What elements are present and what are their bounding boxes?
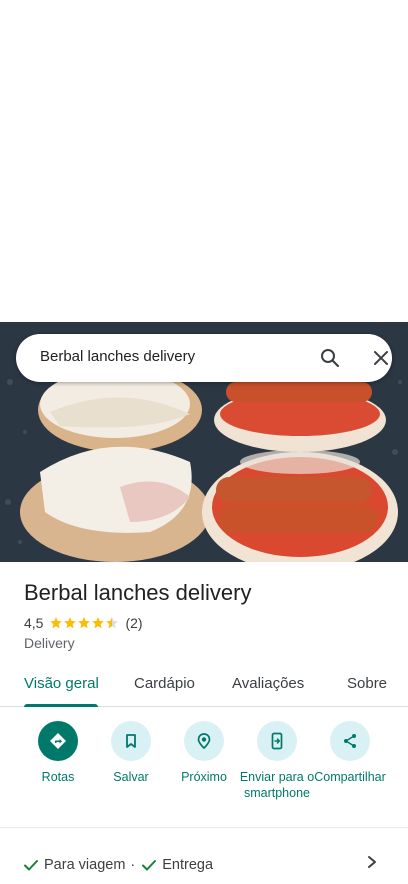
- check-icon: [24, 860, 38, 871]
- map-area-blank: [0, 0, 408, 322]
- chevron-right-icon[interactable]: [364, 852, 380, 872]
- separator-dot: ·: [130, 857, 136, 873]
- star-full-icon: [92, 617, 105, 629]
- share-icon: [344, 734, 356, 748]
- share-button[interactable]: Compartilhar: [312, 720, 388, 785]
- star-full-icon: [78, 617, 91, 629]
- rating-value: 4,5: [24, 615, 44, 631]
- place-title: Berbal lanches delivery: [24, 580, 252, 605]
- share-label: Compartilhar: [314, 770, 386, 784]
- delivery-label: Entrega: [162, 857, 214, 873]
- save-button[interactable]: Salvar: [93, 720, 169, 785]
- nearby-button[interactable]: Próximo: [166, 720, 242, 785]
- search-input[interactable]: Berbal lanches delivery: [40, 348, 195, 365]
- takeout-label: Para viagem: [44, 857, 126, 873]
- place-tabs: Visão geral Cardápio Avaliações Sobre: [0, 664, 408, 707]
- star-rating: [49, 616, 119, 630]
- send-to-phone-button[interactable]: Enviar para o smartphone: [239, 720, 315, 801]
- tab-reviews[interactable]: Avaliações: [232, 675, 304, 692]
- service-options-row[interactable]: Para viagem · Entrega: [22, 855, 213, 875]
- tab-menu[interactable]: Cardápio: [134, 675, 195, 692]
- directions-label: Rotas: [41, 770, 75, 784]
- active-tab-indicator: [24, 704, 98, 707]
- check-icon: [142, 860, 157, 871]
- nearby-icon: [197, 733, 211, 750]
- tab-about[interactable]: Sobre: [347, 675, 387, 692]
- tab-overview[interactable]: Visão geral: [24, 675, 99, 692]
- reviews-count[interactable]: (2): [125, 615, 142, 631]
- close-icon[interactable]: [369, 346, 393, 370]
- star-half-icon: [106, 617, 119, 629]
- send-to-phone-icon: [271, 732, 283, 750]
- nearby-label: Próximo: [181, 770, 227, 784]
- star-full-icon: [64, 617, 77, 629]
- bookmark-icon: [126, 734, 136, 748]
- search-icon[interactable]: [318, 346, 342, 370]
- place-category[interactable]: Delivery: [24, 635, 75, 651]
- rating-row[interactable]: 4,5 (2): [24, 614, 143, 632]
- action-buttons: Rotas Salvar Próximo Enviar para o smart…: [0, 720, 408, 820]
- search-bar[interactable]: Berbal lanches delivery: [16, 334, 392, 382]
- directions-button[interactable]: Rotas: [20, 720, 96, 785]
- star-full-icon: [50, 617, 63, 629]
- send-to-phone-label: Enviar para o smartphone: [239, 770, 315, 800]
- save-label: Salvar: [113, 770, 149, 784]
- directions-icon: [50, 733, 66, 749]
- section-divider: [0, 827, 408, 828]
